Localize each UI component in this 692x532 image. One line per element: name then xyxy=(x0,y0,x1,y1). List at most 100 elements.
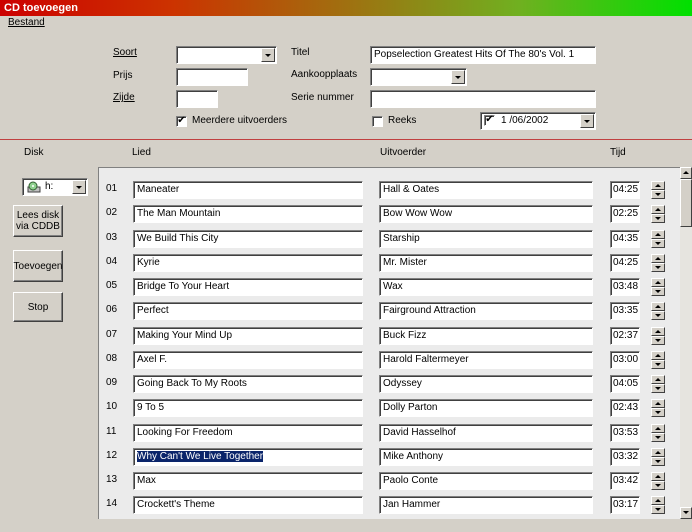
spin-up-arrow-icon[interactable] xyxy=(651,302,665,312)
time-field[interactable]: 03:17 xyxy=(610,496,640,515)
time-field[interactable]: 02:37 xyxy=(610,326,640,345)
window-title-bar[interactable]: CD toevoegen xyxy=(0,0,692,16)
time-field[interactable]: 03:48 xyxy=(610,278,640,296)
artist-field[interactable]: Hall & Oates xyxy=(379,181,593,199)
song-field[interactable]: Perfect xyxy=(133,302,363,321)
time-field[interactable]: 02:25 xyxy=(610,205,640,224)
song-field[interactable]: The Man Mountain xyxy=(133,205,363,224)
song-field[interactable]: Making Your Mind Up xyxy=(133,326,363,345)
spin-down-arrow-icon[interactable] xyxy=(651,408,665,418)
time-field[interactable]: 03:53 xyxy=(610,423,640,442)
meerdere-uitvoerders-checkbox[interactable]: ✔ xyxy=(176,116,187,127)
song-field[interactable]: We Build This City xyxy=(133,229,363,248)
time-spinner[interactable] xyxy=(651,496,665,515)
artist-field[interactable]: Fairground Attraction xyxy=(379,302,593,321)
time-field[interactable]: 04:25 xyxy=(610,181,640,199)
lees-disk-button[interactable]: Lees disk via CDDB xyxy=(13,205,63,237)
time-field[interactable]: 04:05 xyxy=(610,375,640,393)
toevoegen-button[interactable]: Toevoegen xyxy=(13,250,63,282)
drive-select[interactable]: h: xyxy=(22,178,88,196)
spin-down-arrow-icon[interactable] xyxy=(651,456,665,466)
song-field[interactable]: Going Back To My Roots xyxy=(133,375,363,393)
song-field[interactable]: Looking For Freedom xyxy=(133,423,363,442)
scrollbar-thumb[interactable] xyxy=(680,179,692,227)
spin-up-arrow-icon[interactable] xyxy=(651,350,665,360)
time-field[interactable]: 03:00 xyxy=(610,350,640,369)
spin-down-arrow-icon[interactable] xyxy=(651,311,665,321)
song-field[interactable]: Max xyxy=(133,472,363,490)
song-field[interactable]: Crockett's Theme xyxy=(133,496,363,515)
time-spinner[interactable] xyxy=(651,375,665,393)
zijde-field[interactable] xyxy=(176,90,218,108)
spin-down-arrow-icon[interactable] xyxy=(651,287,665,296)
time-spinner[interactable] xyxy=(651,229,665,248)
song-field[interactable]: Maneater xyxy=(133,181,363,199)
spin-down-arrow-icon[interactable] xyxy=(651,214,665,224)
spin-up-arrow-icon[interactable] xyxy=(651,496,665,506)
chevron-down-icon[interactable] xyxy=(580,114,594,128)
spin-up-arrow-icon[interactable] xyxy=(651,205,665,215)
chevron-down-icon[interactable] xyxy=(72,180,86,194)
spin-down-arrow-icon[interactable] xyxy=(651,505,665,515)
spin-down-arrow-icon[interactable] xyxy=(651,384,665,393)
spin-down-arrow-icon[interactable] xyxy=(651,335,665,345)
time-spinner[interactable] xyxy=(651,253,665,272)
spin-up-arrow-icon[interactable] xyxy=(651,472,665,481)
artist-field[interactable]: Dolly Parton xyxy=(379,399,593,418)
spin-down-arrow-icon[interactable] xyxy=(651,238,665,248)
spin-down-arrow-icon[interactable] xyxy=(651,190,665,199)
spin-up-arrow-icon[interactable] xyxy=(651,181,665,190)
time-spinner[interactable] xyxy=(651,278,665,296)
time-spinner[interactable] xyxy=(651,423,665,442)
artist-field[interactable]: Harold Faltermeyer xyxy=(379,350,593,369)
soort-combo[interactable] xyxy=(176,46,277,64)
serie-nummer-field[interactable] xyxy=(370,90,596,108)
spin-up-arrow-icon[interactable] xyxy=(651,399,665,409)
time-field[interactable]: 02:43 xyxy=(610,399,640,418)
artist-field[interactable]: Wax xyxy=(379,278,593,296)
time-field[interactable]: 03:42 xyxy=(610,472,640,490)
time-field[interactable]: 03:32 xyxy=(610,447,640,466)
titel-field[interactable]: Popselection Greatest Hits Of The 80's V… xyxy=(370,46,596,64)
chevron-down-icon[interactable] xyxy=(261,48,275,62)
artist-field[interactable]: Starship xyxy=(379,229,593,248)
scroll-up-arrow-icon[interactable] xyxy=(680,167,692,179)
time-spinner[interactable] xyxy=(651,205,665,224)
spin-down-arrow-icon[interactable] xyxy=(651,359,665,369)
artist-field[interactable]: Bow Wow Wow xyxy=(379,205,593,224)
artist-field[interactable]: Mike Anthony xyxy=(379,447,593,466)
scroll-down-arrow-icon[interactable] xyxy=(680,507,692,519)
reeks-checkbox[interactable] xyxy=(372,116,383,127)
time-spinner[interactable] xyxy=(651,447,665,466)
spin-up-arrow-icon[interactable] xyxy=(651,326,665,336)
time-spinner[interactable] xyxy=(651,472,665,490)
chevron-down-icon[interactable] xyxy=(451,70,465,84)
time-spinner[interactable] xyxy=(651,302,665,321)
spin-down-arrow-icon[interactable] xyxy=(651,262,665,272)
aankoopplaats-combo[interactable] xyxy=(370,68,467,86)
artist-field[interactable]: David Hasselhof xyxy=(379,423,593,442)
song-field[interactable]: Kyrie xyxy=(133,253,363,272)
time-spinner[interactable] xyxy=(651,181,665,199)
spin-up-arrow-icon[interactable] xyxy=(651,447,665,457)
artist-field[interactable]: Jan Hammer xyxy=(379,496,593,515)
artist-field[interactable]: Mr. Mister xyxy=(379,253,593,272)
time-spinner[interactable] xyxy=(651,399,665,418)
artist-field[interactable]: Odyssey xyxy=(379,375,593,393)
prijs-field[interactable] xyxy=(176,68,248,86)
time-field[interactable]: 04:35 xyxy=(610,229,640,248)
time-field[interactable]: 03:35 xyxy=(610,302,640,321)
spin-up-arrow-icon[interactable] xyxy=(651,423,665,433)
time-spinner[interactable] xyxy=(651,326,665,345)
spin-down-arrow-icon[interactable] xyxy=(651,432,665,442)
vertical-scrollbar[interactable] xyxy=(680,167,692,519)
time-field[interactable]: 04:25 xyxy=(610,253,640,272)
spin-up-arrow-icon[interactable] xyxy=(651,229,665,239)
spin-up-arrow-icon[interactable] xyxy=(651,278,665,287)
song-field[interactable]: Axel F. xyxy=(133,350,363,369)
time-spinner[interactable] xyxy=(651,350,665,369)
artist-field[interactable]: Buck Fizz xyxy=(379,326,593,345)
date-picker[interactable]: ✔ 1 /06/2002 xyxy=(480,112,596,130)
stop-button[interactable]: Stop xyxy=(13,292,63,322)
menu-bestand[interactable]: Bestand xyxy=(8,17,45,28)
